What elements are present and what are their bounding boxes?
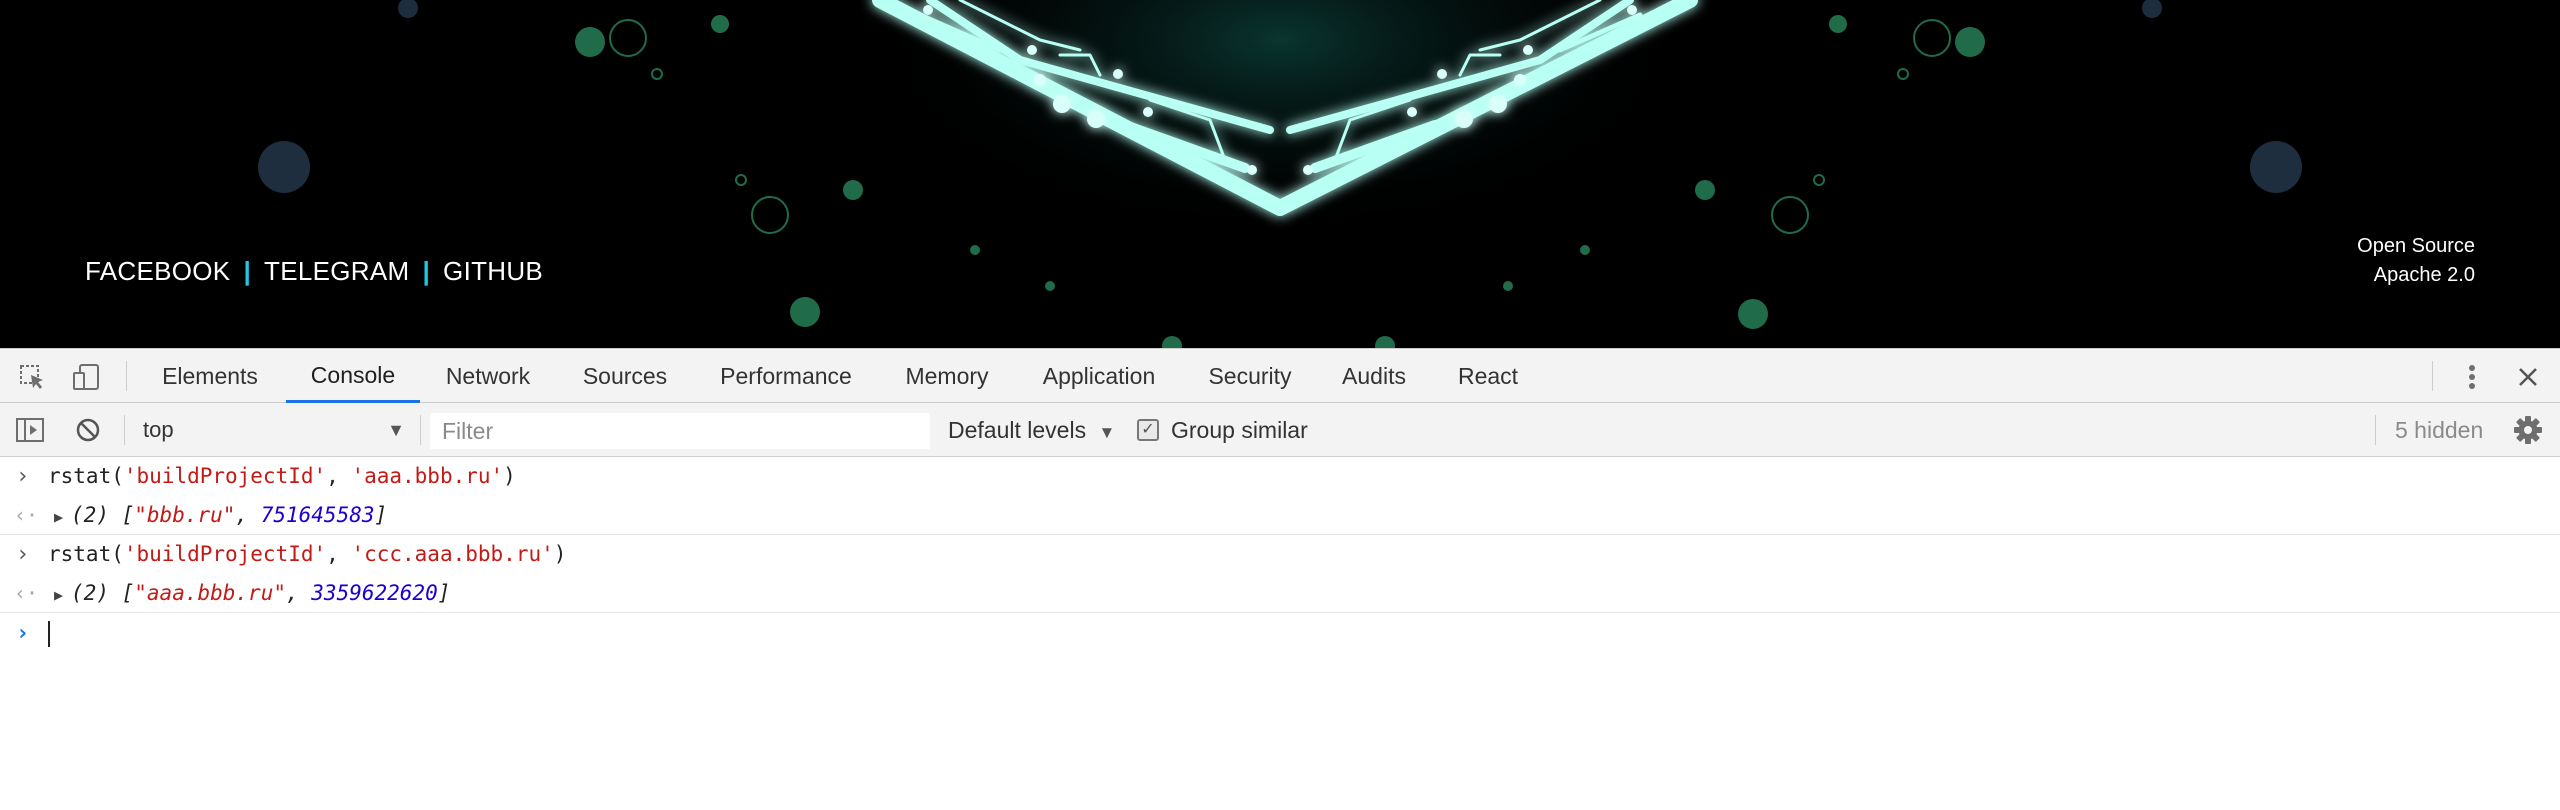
text-cursor — [48, 621, 50, 647]
tab-elements[interactable]: Elements — [150, 349, 270, 403]
tab-react[interactable]: React — [1444, 349, 1532, 403]
tab-application[interactable]: Application — [1030, 349, 1168, 403]
group-similar-label: Group similar — [1171, 417, 1308, 443]
tab-console[interactable]: Console — [286, 349, 420, 403]
log-levels-label: Default levels — [948, 417, 1087, 443]
clear-console-icon[interactable] — [72, 414, 104, 446]
console-log[interactable]: › rstat('buildProjectId', 'aaa.bbb.ru') … — [0, 457, 2560, 810]
inspect-element-icon[interactable] — [16, 361, 48, 393]
log-levels-dropdown[interactable]: Default levels ▼ — [948, 414, 1115, 446]
website-hero: FACEBOOK | TELEGRAM | GITHUB Open Source… — [0, 0, 2560, 348]
input-prompt-icon: › — [16, 542, 30, 567]
sidebar-toggle-icon[interactable] — [14, 414, 46, 446]
toolbar-divider — [126, 361, 127, 391]
devtools-tab-bar: Elements Console Network Sources Perform… — [0, 348, 2560, 403]
result-return-icon: ‹· — [14, 581, 39, 605]
tab-memory[interactable]: Memory — [892, 349, 1002, 403]
console-result[interactable]: ▶ (2) ["aaa.bbb.ru", 3359622620] — [54, 574, 450, 615]
gear-icon[interactable] — [2512, 414, 2544, 446]
tab-sources[interactable]: Sources — [570, 349, 680, 403]
license-line-1: Open Source — [2357, 235, 2475, 257]
dropdown-caret-icon: ▼ — [1098, 423, 1116, 442]
filter-input[interactable] — [430, 413, 930, 449]
console-input-row: › rstat('buildProjectId', 'ccc.aaa.bbb.r… — [0, 535, 2560, 574]
more-vertical-icon[interactable] — [2456, 361, 2488, 393]
license-info: Open Source Apache 2.0 — [2357, 232, 2475, 290]
social-links: FACEBOOK | TELEGRAM | GITHUB — [85, 256, 543, 286]
tab-performance[interactable]: Performance — [708, 349, 864, 403]
device-toolbar-icon[interactable] — [70, 361, 102, 393]
console-toolbar: top ▼ Default levels ▼ ✓ Group similar 5… — [0, 403, 2560, 457]
facebook-link[interactable]: FACEBOOK — [85, 256, 230, 287]
circuit-logo-graphic — [258, 0, 2302, 348]
input-prompt-icon: › — [16, 464, 30, 489]
telegram-link[interactable]: TELEGRAM — [264, 256, 409, 287]
tab-audits[interactable]: Audits — [1332, 349, 1416, 403]
dropdown-caret-icon: ▼ — [387, 420, 405, 440]
console-result-row: ‹· ▶ (2) ["aaa.bbb.ru", 3359622620] — [0, 574, 2560, 613]
active-prompt-icon: › — [16, 621, 30, 646]
console-prompt-row[interactable]: › — [0, 614, 2560, 653]
toolbar-divider — [2375, 415, 2376, 445]
link-separator: | — [422, 255, 431, 286]
hidden-messages-count: 5 hidden — [2395, 417, 2484, 443]
expand-triangle-icon[interactable]: ▶ — [54, 576, 63, 615]
console-input-row: › rstat('buildProjectId', 'aaa.bbb.ru') — [0, 457, 2560, 496]
group-similar-checkbox[interactable]: ✓ — [1137, 419, 1159, 441]
group-similar-toggle[interactable]: ✓ Group similar — [1137, 414, 1308, 446]
console-command[interactable]: rstat('buildProjectId', 'ccc.aaa.bbb.ru'… — [48, 535, 566, 574]
license-line-2: Apache 2.0 — [2373, 264, 2475, 286]
tab-security[interactable]: Security — [1196, 349, 1304, 403]
context-value: top — [143, 417, 174, 442]
console-command[interactable]: rstat('buildProjectId', 'aaa.bbb.ru') — [48, 457, 516, 496]
tab-network[interactable]: Network — [436, 349, 540, 403]
context-selector[interactable]: top ▼ — [143, 414, 405, 446]
expand-triangle-icon[interactable]: ▶ — [54, 498, 63, 537]
toolbar-divider — [2432, 361, 2433, 391]
toolbar-divider — [420, 415, 421, 445]
link-separator: | — [243, 255, 252, 286]
result-return-icon: ‹· — [14, 503, 39, 527]
toolbar-divider — [124, 415, 125, 445]
github-link[interactable]: GITHUB — [443, 256, 543, 287]
close-icon[interactable] — [2512, 361, 2544, 393]
devtools-panel: Elements Console Network Sources Perform… — [0, 348, 2560, 810]
console-result[interactable]: ▶ (2) ["bbb.ru", 751645583] — [54, 496, 387, 537]
console-result-row: ‹· ▶ (2) ["bbb.ru", 751645583] — [0, 496, 2560, 535]
